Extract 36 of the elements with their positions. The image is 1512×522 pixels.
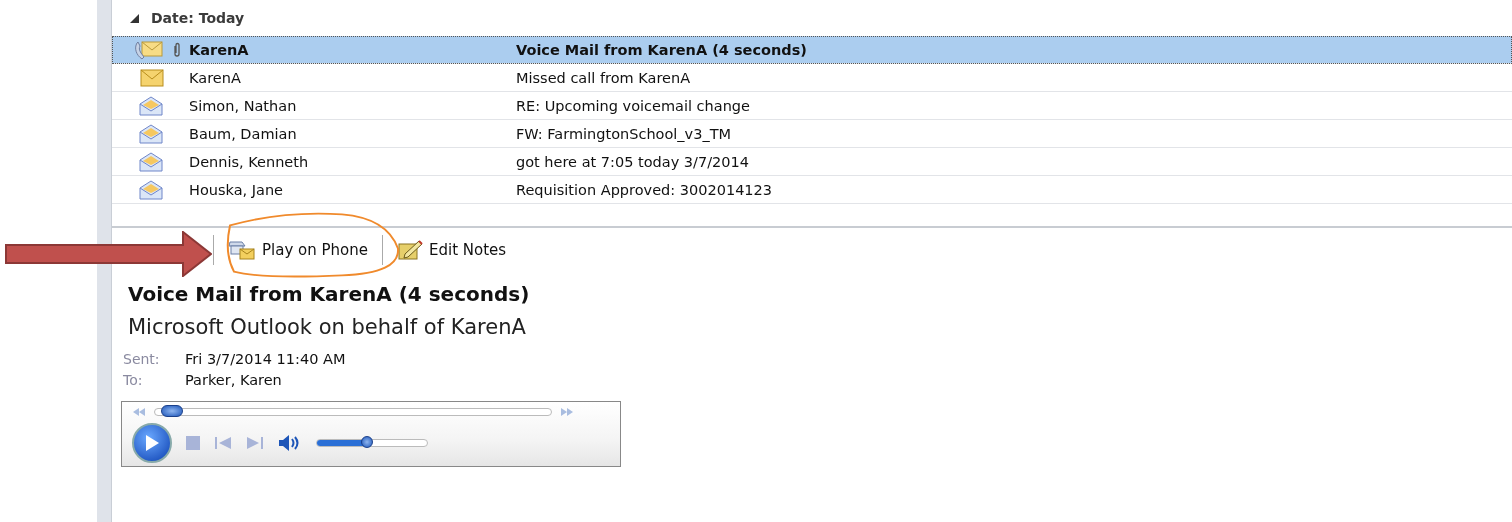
message-title: Voice Mail from KarenA (4 seconds) (128, 282, 531, 306)
sender-name: KarenA (189, 41, 250, 58)
sender-name: Simon, Nathan (189, 97, 298, 114)
field-value: Parker, Karen (185, 372, 283, 388)
group-header: Date: Today (151, 10, 245, 26)
open-envelope-icon (138, 122, 164, 145)
edit-notes-button[interactable]: Edit Notes (390, 237, 513, 263)
play-button[interactable] (132, 423, 172, 463)
collapse-triangle-icon[interactable] (130, 13, 139, 23)
envelope-icon (140, 68, 164, 87)
subject-text: Voice Mail from KarenA (4 seconds) (516, 41, 807, 58)
sender-name: Baum, Damian (189, 125, 298, 142)
paperclip-icon (171, 41, 182, 58)
sender-name: Houska, Jane (189, 181, 285, 198)
sender-name: Dennis, Kenneth (189, 153, 310, 170)
sender-name: KarenA (189, 69, 242, 86)
field-label: Sent: (123, 351, 161, 367)
seek-slider-thumb[interactable] (160, 404, 183, 417)
subject-text: FW: FarmingtonSchool_v3_TM (516, 125, 732, 142)
volume-slider-thumb[interactable] (360, 436, 373, 448)
notepad-pencil-icon (396, 239, 423, 261)
phone-envelope-icon (228, 239, 256, 261)
subject-text: RE: Upcoming voicemail change (516, 97, 750, 114)
subject-text: Requisition Approved: 3002014123 (516, 181, 773, 198)
sender-line: Microsoft Outlook on behalf of KarenA (128, 315, 527, 339)
play-on-phone-button[interactable]: Play on Phone (222, 237, 374, 263)
message-row[interactable]: KarenA Voice Mail from KarenA (4 seconds) (112, 36, 1512, 64)
play-icon (144, 434, 160, 452)
subject-text: Missed call from KarenA (516, 69, 691, 86)
field-label: To: (123, 372, 144, 388)
phone-envelope-icon (134, 38, 164, 61)
field-value: Fri 3/7/2014 11:40 AM (185, 351, 347, 367)
open-envelope-icon (138, 94, 164, 117)
subject-text: got here at 7:05 today 3/7/2014 (516, 153, 749, 170)
open-envelope-icon (138, 150, 164, 173)
open-envelope-icon (138, 178, 164, 201)
